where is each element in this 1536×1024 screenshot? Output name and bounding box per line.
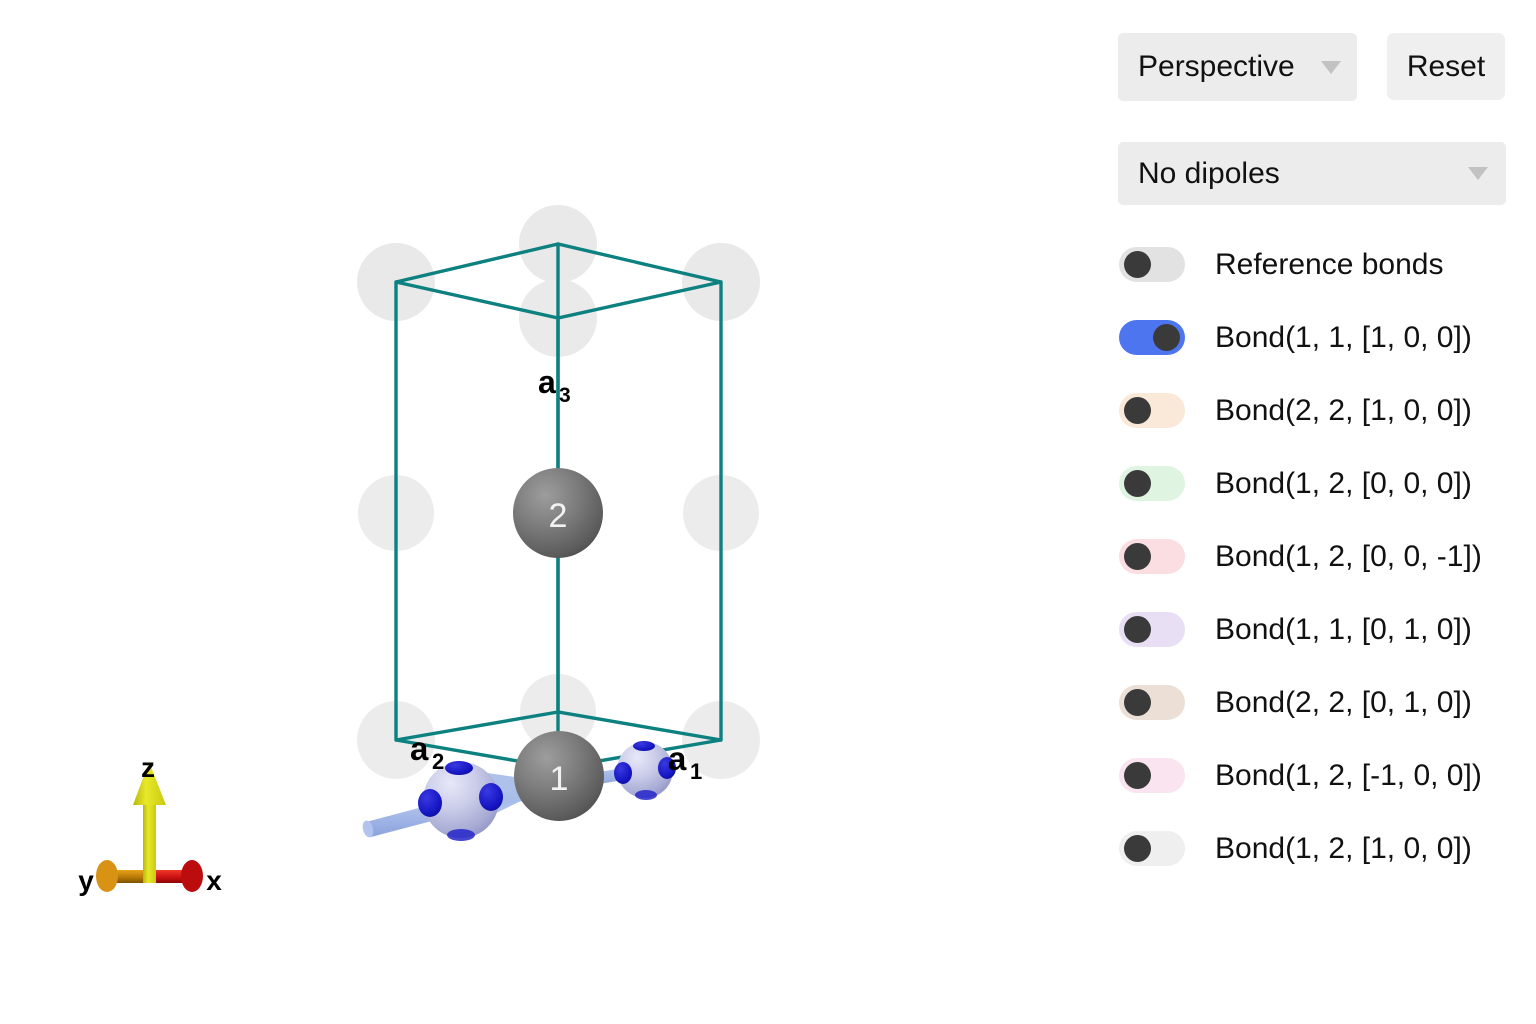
bond-toggle-label: Bond(1, 2, [-1, 0, 0]) [1215, 758, 1482, 792]
bond-toggle-row[interactable]: Reference bonds [1090, 228, 1536, 301]
bond-patch [614, 762, 632, 784]
projection-mode-dropdown[interactable]: Perspective [1118, 33, 1357, 101]
atom-bonded-left[interactable] [418, 761, 503, 841]
svg-text:a: a [668, 740, 687, 777]
svg-text:a: a [538, 364, 556, 400]
bond-toggle-switch[interactable] [1119, 612, 1185, 647]
bond-toggle-label: Bond(1, 1, [0, 1, 0]) [1215, 612, 1472, 646]
crystal-scene[interactable]: a 3 2 1 a 2 a 1 z x y [0, 0, 1090, 1024]
bond-toggle-row[interactable]: Bond(1, 2, [-1, 0, 0]) [1090, 739, 1536, 812]
bond-patch [418, 789, 442, 817]
svg-text:2: 2 [432, 749, 444, 774]
bond-toggle-switch[interactable] [1119, 247, 1185, 282]
atom-2[interactable]: 2 [513, 468, 603, 558]
bond-toggle-row[interactable]: Bond(1, 2, [0, 0, 0]) [1090, 447, 1536, 520]
bond-toggle-switch[interactable] [1119, 320, 1185, 355]
bond-toggle-switch[interactable] [1119, 539, 1185, 574]
bond-patch [447, 829, 475, 841]
bond-toggle-knob [1124, 543, 1151, 570]
reset-button[interactable]: Reset [1387, 33, 1505, 100]
atom-1[interactable]: 1 [514, 731, 604, 821]
bond-toggle-knob [1124, 397, 1151, 424]
bond-toggle-knob [1124, 762, 1151, 789]
bond-toggle-knob [1124, 616, 1151, 643]
axis-y-arrow [96, 860, 149, 892]
bond-toggle-row[interactable]: Bond(1, 1, [0, 1, 0]) [1090, 593, 1536, 666]
bond-toggle-label: Bond(1, 2, [0, 0, -1]) [1215, 539, 1482, 573]
dipole-display-value: No dipoles [1138, 156, 1280, 190]
bond-toggle-label: Bond(1, 1, [1, 0, 0]) [1215, 320, 1472, 354]
crystal-structure-viewport[interactable]: a 3 2 1 a 2 a 1 z x y [0, 0, 1090, 1024]
bond-toggle-list: Reference bonds Bond(1, 1, [1, 0, 0]) Bond… [1090, 228, 1536, 885]
atom-2-label: 2 [549, 497, 568, 535]
dipole-display-dropdown[interactable]: No dipoles [1118, 142, 1506, 205]
atom-1-label: 1 [550, 760, 569, 798]
projection-mode-value: Perspective [1138, 50, 1295, 83]
bond-toggle-switch[interactable] [1119, 831, 1185, 866]
chevron-down-icon [1468, 167, 1488, 180]
control-panel: Perspective Reset No dipoles Reference b… [1090, 0, 1536, 1024]
bond-toggle-row[interactable]: Bond(1, 1, [1, 0, 0]) [1090, 301, 1536, 374]
axes-orientation-widget[interactable]: z x y [78, 752, 222, 896]
bond-toggle-label: Bond(2, 2, [0, 1, 0]) [1215, 685, 1472, 719]
bond-toggle-label: Bond(2, 2, [1, 0, 0]) [1215, 393, 1472, 427]
axis-y-label: y [78, 865, 94, 896]
bond-toggle-knob [1124, 689, 1151, 716]
bond-patch [633, 741, 655, 751]
lattice-vector-a3-label: a 3 [538, 364, 571, 407]
bond-toggle-switch[interactable] [1119, 685, 1185, 720]
svg-text:1: 1 [690, 759, 702, 784]
bond-toggle-knob [1153, 324, 1180, 351]
bond-toggle-row[interactable]: Bond(1, 2, [0, 0, -1]) [1090, 520, 1536, 593]
bond-toggle-row[interactable]: Bond(2, 2, [1, 0, 0]) [1090, 374, 1536, 447]
svg-text:a: a [410, 730, 429, 767]
bond-toggle-row[interactable]: Bond(2, 2, [0, 1, 0]) [1090, 666, 1536, 739]
bond-toggle-knob [1124, 835, 1151, 862]
bond-patch [445, 761, 473, 775]
svg-text:3: 3 [559, 384, 571, 407]
bond-toggle-switch[interactable] [1119, 466, 1185, 501]
bond-toggle-switch[interactable] [1119, 393, 1185, 428]
bond-toggle-knob [1124, 470, 1151, 497]
bond-toggle-switch[interactable] [1119, 758, 1185, 793]
bond-toggle-row[interactable]: Bond(1, 2, [1, 0, 0]) [1090, 812, 1536, 885]
bond-toggle-label: Reference bonds [1215, 247, 1444, 281]
axis-x-label: x [206, 865, 222, 896]
bond-patch [635, 790, 657, 800]
bond-toggle-label: Bond(1, 2, [0, 0, 0]) [1215, 466, 1472, 500]
axis-z-label: z [141, 752, 155, 783]
axis-x-arrow [150, 860, 203, 892]
bond-toggle-label: Bond(1, 2, [1, 0, 0]) [1215, 831, 1472, 865]
bond-toggle-knob [1124, 251, 1151, 278]
bond-patch [479, 783, 503, 811]
top-controls-row: Perspective Reset [1118, 33, 1505, 101]
chevron-down-icon [1321, 60, 1341, 74]
